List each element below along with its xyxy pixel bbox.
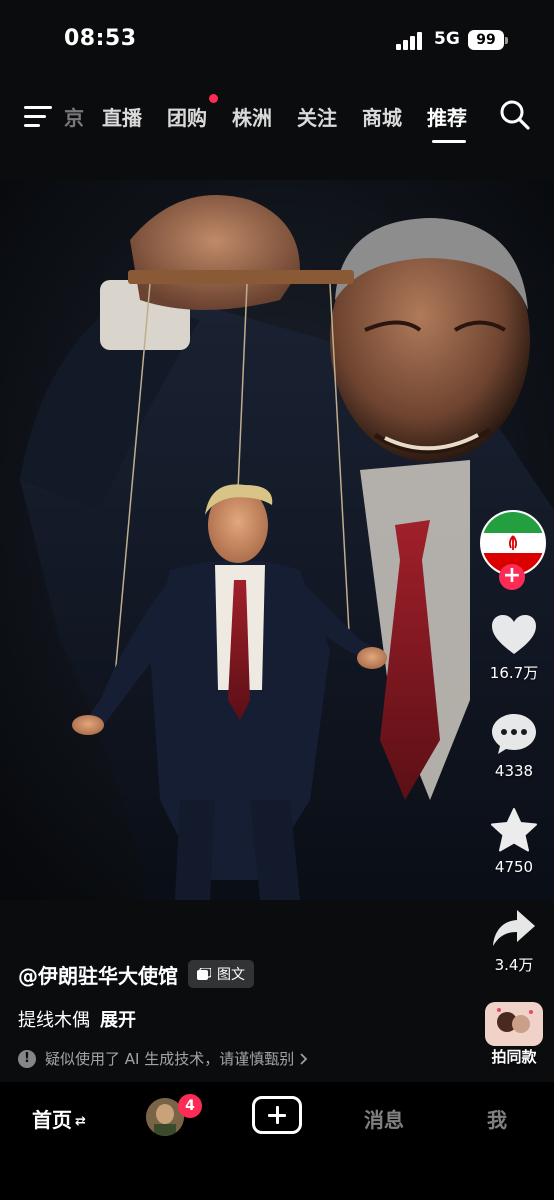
search-icon[interactable]	[498, 98, 532, 132]
create-button[interactable]	[252, 1096, 302, 1134]
share-count: 3.4万	[494, 956, 534, 974]
like-count: 16.7万	[489, 664, 539, 682]
chevron-right-icon	[300, 1052, 308, 1065]
follow-button[interactable]: +	[499, 564, 525, 590]
remix-label: 拍同款	[491, 1048, 537, 1066]
tab-home[interactable]: 首页 ⇄	[32, 1104, 86, 1133]
top-nav: 京 直播 团购 株洲 关注 商城 推荐	[0, 88, 554, 144]
tab-local[interactable]: 株洲	[232, 102, 272, 131]
tab-group-buy[interactable]: 团购	[167, 102, 207, 131]
battery-icon: 99	[468, 30, 504, 50]
ai-notice[interactable]: ! 疑似使用了 AI 生成技术，请谨慎甄别	[18, 1048, 308, 1069]
tab-recommended[interactable]: 推荐	[427, 102, 467, 131]
image-stack-icon	[197, 967, 212, 980]
friends-badge: 4	[178, 1094, 202, 1118]
tab-messages[interactable]: 消息	[364, 1104, 404, 1133]
post-image[interactable]	[0, 180, 554, 900]
post-description: 提线木偶 展开	[18, 1006, 136, 1032]
active-tab-indicator	[432, 140, 466, 143]
author-avatar-group: +	[480, 510, 546, 590]
menu-icon[interactable]	[24, 104, 54, 128]
heart-icon	[492, 615, 536, 654]
cellular-signal-icon	[396, 32, 426, 50]
post-type-label: 图文	[217, 967, 245, 983]
warning-icon: !	[18, 1049, 36, 1068]
post-type-badge: 图文	[188, 960, 254, 988]
tab-home-label: 首页	[32, 1108, 72, 1132]
author-row: @伊朗驻华大使馆 图文	[18, 958, 254, 990]
expand-link[interactable]: 展开	[100, 1010, 136, 1031]
battery-cap	[505, 37, 508, 44]
tab-following[interactable]: 关注	[297, 102, 337, 131]
tab-me[interactable]: 我	[487, 1104, 507, 1133]
star-icon	[491, 808, 537, 852]
favorite-button[interactable]: 4750	[484, 808, 544, 876]
status-bar: 08:53 5G 99	[0, 0, 554, 80]
like-button[interactable]: 16.7万	[484, 614, 544, 683]
tab-partial[interactable]: 京	[64, 102, 84, 131]
remix-thumbnail	[485, 1002, 543, 1046]
favorite-count: 4750	[494, 858, 534, 876]
comment-icon	[492, 714, 536, 754]
ai-notice-text: 疑似使用了 AI 生成技术，请谨慎甄别	[45, 1050, 295, 1068]
comment-count: 4338	[494, 762, 534, 780]
tab-live[interactable]: 直播	[102, 102, 142, 131]
tab-mall[interactable]: 商城	[362, 102, 402, 131]
swap-arrows-icon: ⇄	[75, 1114, 86, 1129]
bottom-tab-bar: 首页 ⇄ 4 消息 我	[0, 1082, 554, 1200]
share-arrow-icon	[493, 910, 535, 946]
description-text: 提线木偶	[18, 1010, 90, 1031]
remix-button[interactable]: 拍同款	[482, 1002, 546, 1067]
comment-button[interactable]: 4338	[484, 712, 544, 780]
notification-dot	[209, 94, 218, 103]
author-name[interactable]: @伊朗驻华大使馆	[18, 960, 178, 989]
status-time: 08:53	[64, 26, 137, 51]
share-button[interactable]: 3.4万	[484, 908, 544, 975]
network-type: 5G	[434, 29, 460, 49]
